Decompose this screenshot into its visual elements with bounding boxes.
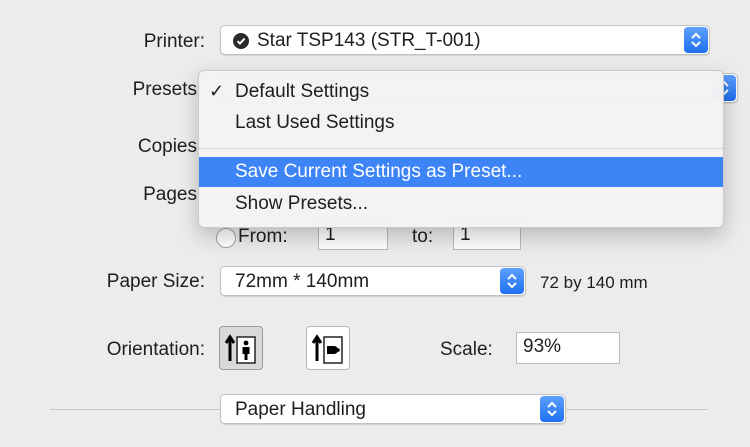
menu-item-show-presets[interactable]: Show Presets... (199, 189, 723, 219)
paper-size-label: Paper Size: (106, 271, 205, 292)
orientation-label: Orientation: (106, 339, 205, 360)
printer-popup[interactable]: Star TSP143 (STR_T-001) (220, 25, 710, 55)
menu-item-default-settings[interactable]: ✓ Default Settings (199, 77, 723, 107)
menu-separator (199, 148, 723, 149)
paper-size-stepper-icon (500, 268, 524, 294)
presets-menu: ✓ Default Settings Last Used Settings Sa… (198, 70, 724, 228)
landscape-icon (311, 334, 343, 364)
menu-item-label: Save Current Settings as Preset... (235, 161, 523, 182)
copies-label: Copies (137, 136, 197, 157)
menu-item-label: Show Presets... (235, 193, 369, 214)
section-popup[interactable]: Paper Handling (220, 394, 566, 424)
checkmark-icon: ✓ (209, 81, 225, 101)
printer-stepper-icon (684, 27, 708, 53)
landscape-orientation-button[interactable] (306, 326, 350, 370)
scale-field[interactable]: 93% (516, 332, 620, 364)
scale-label: Scale: (440, 339, 493, 360)
printer-value: Star TSP143 (STR_T-001) (257, 30, 481, 51)
pages-label: Pages (143, 184, 197, 205)
paper-size-value: 72mm * 140mm (235, 271, 370, 292)
menu-item-label: Last Used Settings (235, 112, 395, 133)
menu-item-label: Default Settings (235, 81, 370, 102)
printer-label: Printer: (143, 31, 205, 52)
divider-right (566, 409, 708, 410)
to-label: to: (412, 226, 434, 247)
printer-status-icon (233, 33, 249, 49)
paper-size-popup[interactable]: 72mm * 140mm (220, 266, 526, 296)
paper-dimensions: 72 by 140 mm (540, 273, 648, 292)
presets-label: Presets (132, 79, 197, 100)
portrait-orientation-button[interactable] (219, 326, 263, 370)
menu-item-last-used-settings[interactable]: Last Used Settings (199, 108, 723, 138)
divider-left (50, 409, 220, 410)
from-label: From: (238, 226, 288, 247)
pages-range-radio[interactable] (216, 228, 236, 248)
portrait-icon (224, 334, 256, 364)
section-stepper-icon (540, 396, 564, 422)
menu-item-save-current-settings[interactable]: Save Current Settings as Preset... (199, 157, 723, 187)
section-popup-value: Paper Handling (235, 399, 366, 420)
